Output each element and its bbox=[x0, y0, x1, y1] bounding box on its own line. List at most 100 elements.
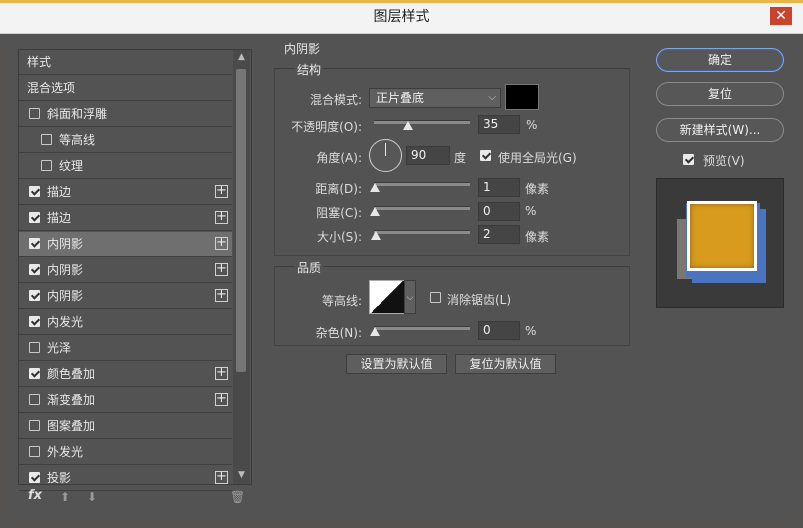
contour-picker[interactable] bbox=[369, 280, 405, 314]
style-list-item[interactable]: 内阴影 + bbox=[19, 232, 232, 257]
style-item-label: 纹理 bbox=[59, 159, 84, 173]
style-list-item[interactable]: 内发光 bbox=[19, 310, 232, 335]
choke-input[interactable]: 0 bbox=[478, 202, 520, 221]
distance-slider[interactable] bbox=[374, 182, 470, 186]
preview-checkbox[interactable] bbox=[683, 154, 694, 165]
contour-label: 等高线: bbox=[321, 294, 362, 308]
style-item-checkbox[interactable] bbox=[29, 394, 40, 405]
style-list-item[interactable]: 斜面和浮雕 bbox=[19, 102, 232, 127]
style-item-label: 内阴影 bbox=[47, 263, 84, 277]
move-up-icon[interactable]: ⬆ bbox=[60, 490, 70, 504]
set-default-button[interactable]: 设置为默认值 bbox=[346, 354, 447, 374]
reset-button[interactable]: 复位 bbox=[656, 82, 784, 106]
angle-dial[interactable] bbox=[369, 139, 402, 172]
opacity-slider-thumb[interactable] bbox=[402, 121, 413, 130]
distance-slider-thumb[interactable] bbox=[370, 183, 380, 192]
style-list-item[interactable]: 外发光 bbox=[19, 440, 232, 465]
layer-style-dialog: 样式 混合选项 斜面和浮雕 等高线 纹理 描边 + 描边 + 内阴影 + 内阴影 + 内阴影 + 内发光 光泽颜… bbox=[6, 34, 796, 522]
style-item-checkbox[interactable] bbox=[29, 108, 40, 119]
opacity-unit: % bbox=[526, 118, 538, 132]
style-item-checkbox[interactable] bbox=[29, 212, 40, 223]
close-button[interactable]: ✕ bbox=[770, 7, 792, 25]
style-item-checkbox[interactable] bbox=[29, 186, 40, 197]
style-item-label: 描边 bbox=[47, 211, 72, 225]
shadow-color-swatch[interactable] bbox=[505, 84, 539, 110]
add-effect-plus-icon[interactable]: + bbox=[215, 288, 228, 302]
distance-unit: 像素 bbox=[525, 182, 550, 196]
style-item-checkbox[interactable] bbox=[29, 472, 40, 483]
style-item-checkbox[interactable] bbox=[29, 238, 40, 249]
size-slider[interactable] bbox=[374, 230, 470, 234]
add-effect-plus-icon[interactable]: + bbox=[215, 210, 228, 224]
add-effect-plus-icon[interactable]: + bbox=[215, 236, 228, 250]
style-list-item[interactable]: 描边 + bbox=[19, 180, 232, 205]
style-list-item[interactable]: 内阴影 + bbox=[19, 258, 232, 283]
style-list-item[interactable]: 光泽 bbox=[19, 336, 232, 361]
size-slider-thumb[interactable] bbox=[371, 231, 381, 240]
style-list-item[interactable]: 纹理 bbox=[19, 154, 232, 179]
style-list-item[interactable]: 图案叠加 bbox=[19, 414, 232, 439]
trash-icon[interactable]: 🗑 bbox=[230, 490, 245, 504]
add-effect-plus-icon[interactable]: + bbox=[215, 470, 228, 484]
angle-needle bbox=[385, 143, 386, 156]
antialias-checkbox[interactable] bbox=[430, 292, 441, 303]
noise-label: 杂色(N): bbox=[315, 326, 362, 340]
noise-slider[interactable] bbox=[374, 326, 470, 330]
style-list-item[interactable]: 渐变叠加 + bbox=[19, 388, 232, 413]
style-list-item[interactable]: 颜色叠加 + bbox=[19, 362, 232, 387]
style-list-scrollbar[interactable]: ▲ ▼ bbox=[233, 50, 250, 484]
add-effect-plus-icon[interactable]: + bbox=[215, 366, 228, 380]
style-list-item[interactable]: 样式 bbox=[19, 50, 232, 75]
size-input[interactable]: 2 bbox=[478, 225, 520, 244]
style-list-item[interactable]: 描边 + bbox=[19, 206, 232, 231]
choke-label: 阻塞(C): bbox=[316, 206, 362, 220]
distance-input[interactable]: 1 bbox=[478, 178, 520, 197]
style-item-checkbox[interactable] bbox=[29, 290, 40, 301]
style-item-checkbox[interactable] bbox=[29, 342, 40, 353]
noise-input[interactable]: 0 bbox=[478, 321, 520, 340]
style-item-checkbox[interactable] bbox=[29, 368, 40, 379]
style-item-checkbox[interactable] bbox=[29, 316, 40, 327]
ok-button[interactable]: 确定 bbox=[656, 48, 784, 72]
chevron-down-icon: ⌵ bbox=[488, 92, 496, 103]
style-item-checkbox[interactable] bbox=[29, 446, 40, 457]
preview-label: 预览(V) bbox=[703, 154, 745, 168]
scroll-down-icon[interactable]: ▼ bbox=[233, 468, 250, 482]
window-title: 图层样式 bbox=[373, 9, 430, 25]
style-list-item[interactable]: 混合选项 bbox=[19, 76, 232, 101]
angle-input[interactable]: 90 bbox=[406, 146, 450, 165]
style-item-label: 光泽 bbox=[47, 341, 72, 355]
distance-label: 距离(D): bbox=[315, 182, 362, 196]
opacity-slider[interactable] bbox=[374, 120, 470, 124]
add-effect-plus-icon[interactable]: + bbox=[215, 262, 228, 276]
section-title: 内阴影 bbox=[284, 42, 321, 56]
fx-icon[interactable]: fx bbox=[28, 488, 42, 503]
style-item-checkbox[interactable] bbox=[29, 420, 40, 431]
style-item-label: 内阴影 bbox=[47, 289, 84, 303]
style-item-label: 样式 bbox=[27, 55, 52, 69]
quality-title: 品质 bbox=[295, 259, 324, 276]
opacity-input[interactable]: 35 bbox=[478, 115, 520, 134]
add-effect-plus-icon[interactable]: + bbox=[215, 392, 228, 406]
style-item-checkbox[interactable] bbox=[41, 160, 52, 171]
move-down-icon[interactable]: ⬇ bbox=[87, 490, 97, 504]
new-style-button[interactable]: 新建样式(W)... bbox=[656, 118, 784, 142]
contour-chevron-icon[interactable]: ⌵ bbox=[404, 280, 416, 314]
structure-title: 结构 bbox=[295, 61, 324, 78]
global-light-checkbox[interactable] bbox=[480, 150, 491, 161]
scrollbar-thumb[interactable] bbox=[236, 69, 246, 372]
choke-slider-thumb[interactable] bbox=[370, 207, 380, 216]
size-label: 大小(S): bbox=[316, 230, 362, 244]
scroll-up-icon[interactable]: ▲ bbox=[233, 50, 250, 64]
add-effect-plus-icon[interactable]: + bbox=[215, 184, 228, 198]
style-list-item[interactable]: 等高线 bbox=[19, 128, 232, 153]
choke-slider[interactable] bbox=[374, 206, 470, 210]
style-list-footer: fx ⬆ ⬇ 🗑 bbox=[18, 486, 250, 510]
blend-mode-select[interactable]: 正片叠底 ⌵ bbox=[369, 88, 501, 108]
style-list-item[interactable]: 内阴影 + bbox=[19, 284, 232, 309]
noise-slider-thumb[interactable] bbox=[370, 327, 380, 336]
title-bar[interactable]: 图层样式 ✕ bbox=[0, 3, 803, 34]
reset-default-button[interactable]: 复位为默认值 bbox=[455, 354, 556, 374]
style-item-checkbox[interactable] bbox=[41, 134, 52, 145]
style-item-checkbox[interactable] bbox=[29, 264, 40, 275]
